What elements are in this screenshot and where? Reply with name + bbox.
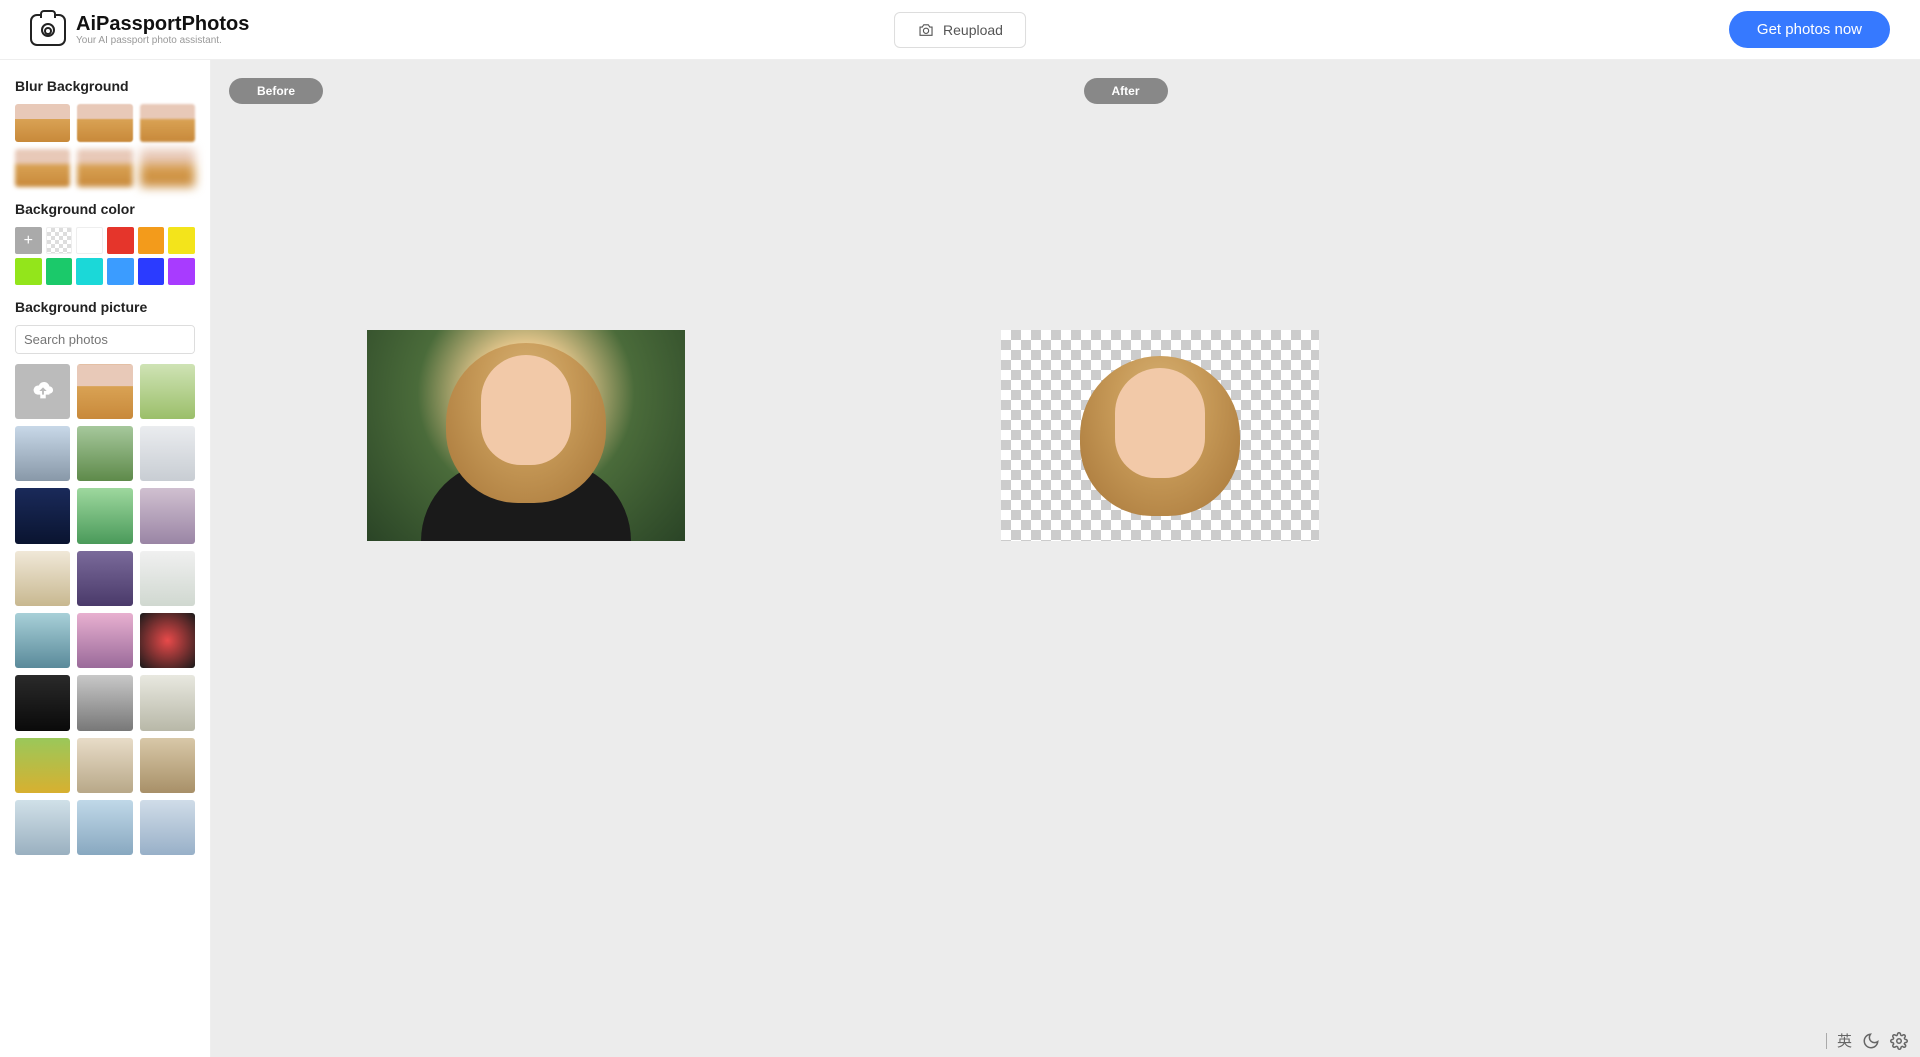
picture-option[interactable] — [77, 800, 132, 855]
color-swatch-green[interactable] — [46, 258, 73, 285]
color-swatch-white[interactable] — [76, 227, 103, 254]
color-swatch-purple[interactable] — [168, 258, 195, 285]
logo-text: AiPassportPhotos Your AI passport photo … — [76, 13, 249, 46]
camera-logo-icon — [30, 14, 66, 46]
reupload-label: Reupload — [943, 22, 1003, 38]
camera-icon — [917, 21, 935, 39]
cloud-upload-icon — [32, 380, 54, 402]
color-section-title: Background color — [15, 201, 195, 217]
picture-option[interactable] — [15, 675, 70, 730]
color-swatch-add[interactable]: + — [15, 227, 42, 254]
picture-option[interactable] — [140, 364, 195, 419]
picture-grid — [15, 364, 195, 856]
blur-option-2[interactable] — [77, 104, 132, 142]
picture-option[interactable] — [140, 800, 195, 855]
moon-icon[interactable] — [1862, 1032, 1880, 1050]
blur-option-4[interactable] — [15, 149, 70, 187]
picture-option[interactable] — [77, 488, 132, 543]
search-wrap — [15, 325, 195, 354]
picture-option[interactable] — [77, 426, 132, 481]
before-label: Before — [229, 78, 323, 104]
get-photos-button[interactable]: Get photos now — [1729, 11, 1890, 48]
logo-subtitle: Your AI passport photo assistant. — [76, 35, 249, 46]
blur-option-6[interactable] — [140, 149, 195, 187]
color-swatch-sky[interactable] — [107, 258, 134, 285]
picture-option[interactable] — [15, 488, 70, 543]
before-photo — [367, 330, 685, 541]
color-swatch-red[interactable] — [107, 227, 134, 254]
picture-option[interactable] — [140, 426, 195, 481]
canvas-area: Before After 英 — [211, 60, 1920, 1057]
picture-option[interactable] — [15, 551, 70, 606]
picture-section-title: Background picture — [15, 299, 195, 315]
picture-upload-button[interactable] — [15, 364, 70, 419]
color-swatch-transparent[interactable] — [46, 227, 73, 254]
after-photo — [1001, 330, 1319, 541]
color-swatch-blue[interactable] — [138, 258, 165, 285]
picture-option[interactable] — [140, 675, 195, 730]
color-swatch-lime[interactable] — [15, 258, 42, 285]
after-label: After — [1084, 78, 1168, 104]
picture-option[interactable] — [77, 738, 132, 793]
app-header: AiPassportPhotos Your AI passport photo … — [0, 0, 1920, 60]
picture-option[interactable] — [15, 800, 70, 855]
logo-title: AiPassportPhotos — [76, 13, 249, 35]
picture-option[interactable] — [140, 738, 195, 793]
gear-icon[interactable] — [1890, 1032, 1908, 1050]
picture-option[interactable] — [140, 613, 195, 668]
picture-option[interactable] — [15, 613, 70, 668]
blur-option-5[interactable] — [77, 149, 132, 187]
sidebar: Blur Background Background color + Backg… — [0, 60, 211, 1057]
blur-section-title: Blur Background — [15, 78, 195, 94]
color-grid: + — [15, 227, 195, 284]
picture-option[interactable] — [77, 551, 132, 606]
status-tray: 英 — [1826, 1030, 1908, 1051]
reupload-button[interactable]: Reupload — [894, 12, 1026, 48]
picture-option[interactable] — [140, 488, 195, 543]
picture-option[interactable] — [77, 613, 132, 668]
picture-option[interactable] — [15, 426, 70, 481]
blur-option-1[interactable] — [15, 104, 70, 142]
color-swatch-orange[interactable] — [138, 227, 165, 254]
picture-option[interactable] — [140, 551, 195, 606]
ime-indicator[interactable]: 英 — [1837, 1030, 1852, 1051]
logo-area[interactable]: AiPassportPhotos Your AI passport photo … — [30, 13, 249, 46]
blur-grid — [15, 104, 195, 187]
search-input[interactable] — [16, 326, 195, 353]
blur-option-3[interactable] — [140, 104, 195, 142]
picture-option[interactable] — [77, 675, 132, 730]
tray-divider — [1826, 1033, 1827, 1049]
picture-option[interactable] — [77, 364, 132, 419]
picture-option[interactable] — [15, 738, 70, 793]
color-swatch-yellow[interactable] — [168, 227, 195, 254]
color-swatch-cyan[interactable] — [76, 258, 103, 285]
